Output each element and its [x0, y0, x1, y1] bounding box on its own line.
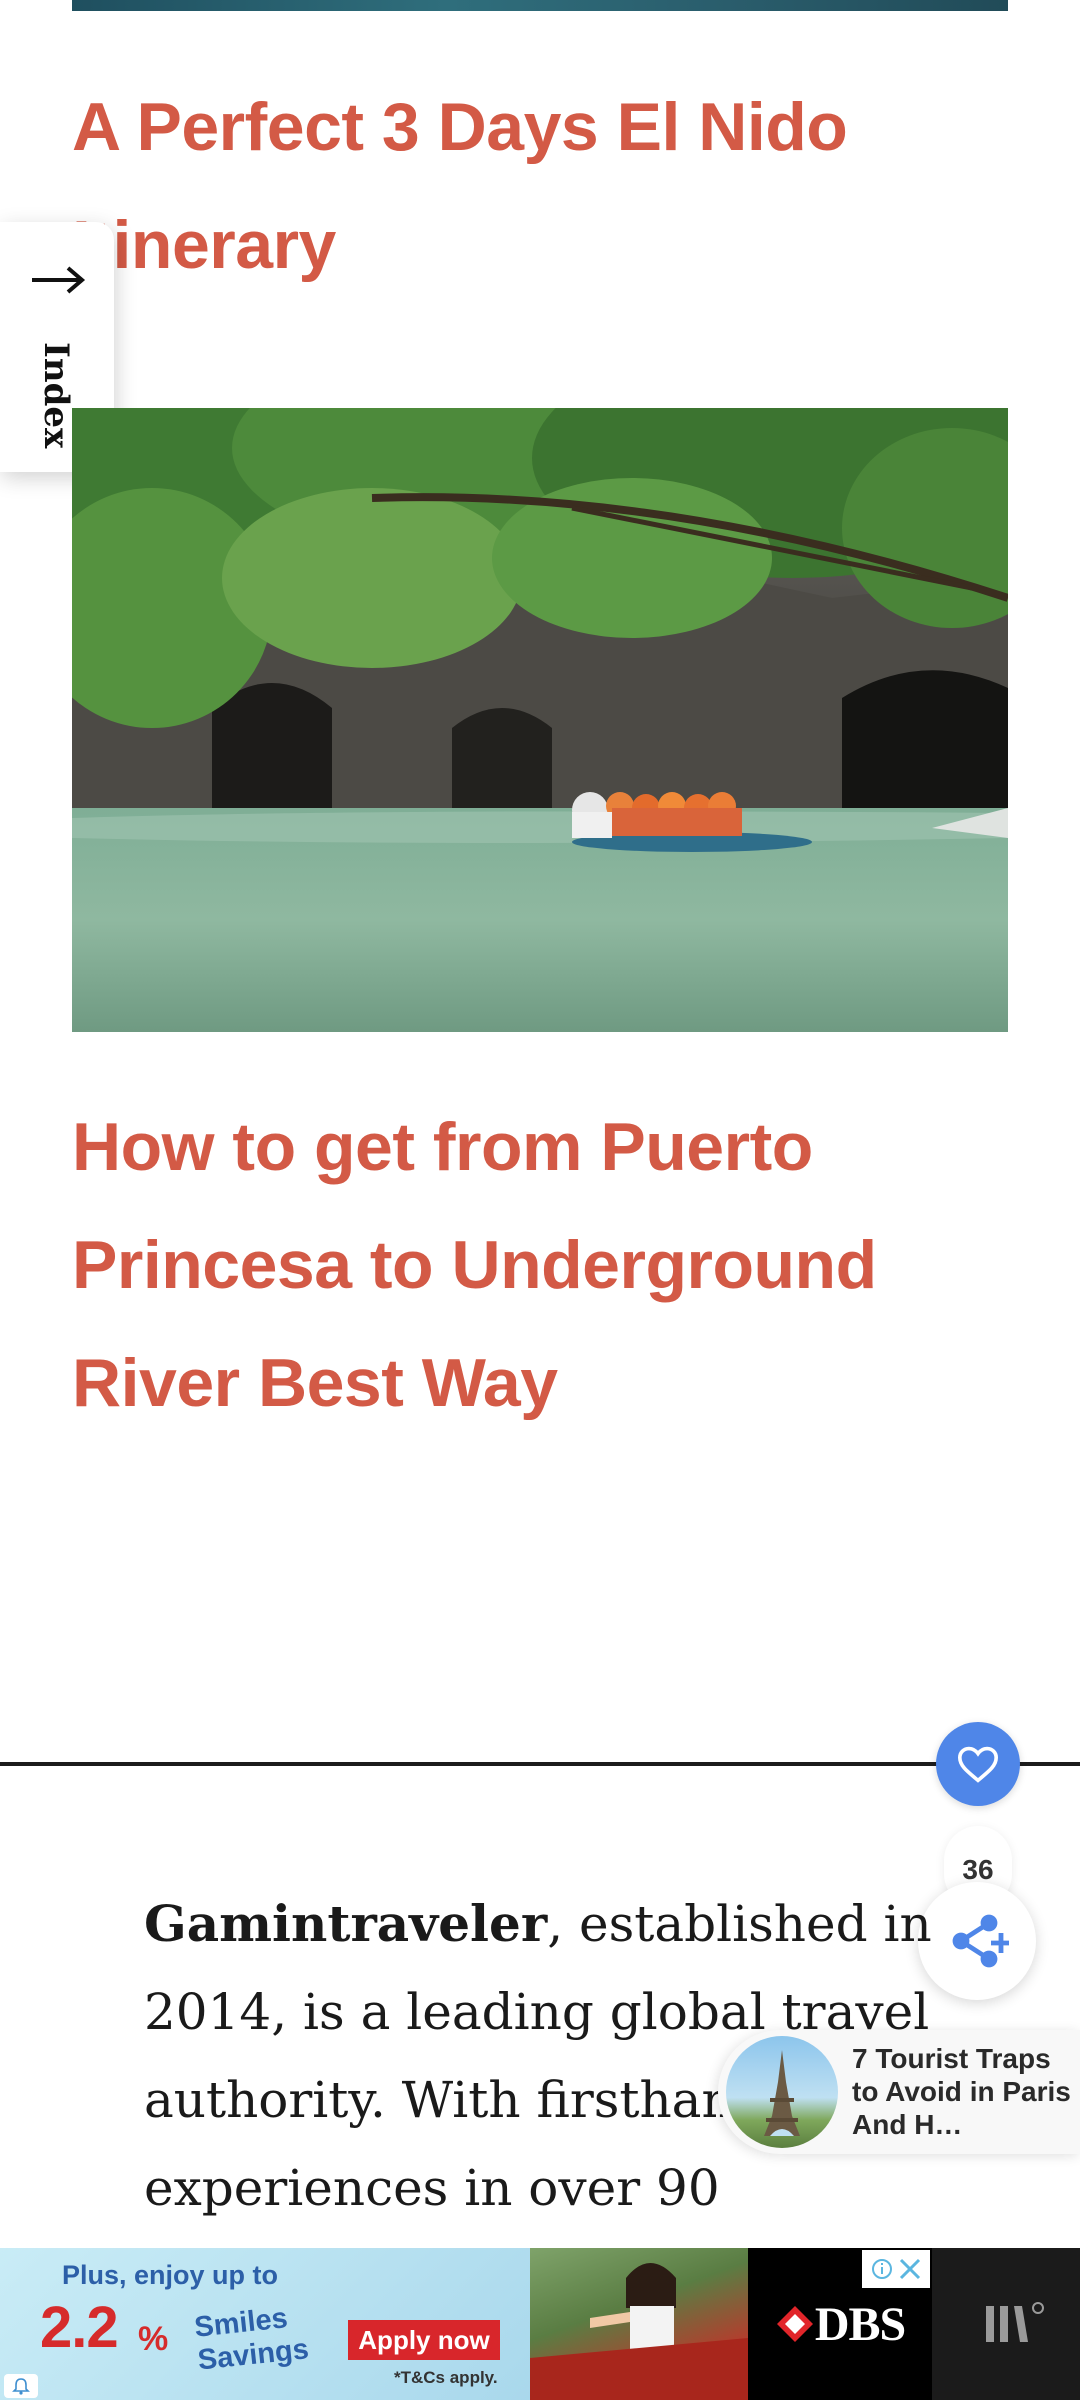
section-divider	[0, 1762, 1080, 1766]
ad-smiles-savings: Smiles Savings	[193, 2300, 311, 2377]
ad-rate-unit: %	[138, 2320, 169, 2358]
ad-photo	[530, 2248, 748, 2400]
heart-icon	[957, 1746, 999, 1783]
ad-apply-button[interactable]: Apply now	[348, 2320, 500, 2360]
like-button[interactable]	[936, 1722, 1020, 1806]
index-label: Index	[36, 342, 76, 449]
close-icon[interactable]	[897, 2256, 923, 2282]
ad-rate: 2.2	[40, 2295, 119, 2360]
ad-network-logo-icon	[986, 2302, 1044, 2342]
ad-banner[interactable]: Plus, enjoy up to 2.2 % Smiles Savings A…	[0, 2248, 932, 2400]
arrow-up-icon	[32, 266, 86, 294]
article-title-underground-river[interactable]: How to get from Puerto Princesa to Under…	[72, 1088, 1008, 1442]
brand-name: Gamintraveler	[144, 1894, 548, 1953]
ad-choices-icon[interactable]	[870, 2257, 894, 2281]
ad-info-button[interactable]	[4, 2374, 38, 2398]
ad-close-button[interactable]	[862, 2250, 930, 2288]
related-article-thumbnail	[726, 2036, 838, 2148]
article-title-el-nido[interactable]: A Perfect 3 Days El Nido Itinerary	[72, 68, 1008, 304]
ad-brand: DBS	[814, 2297, 906, 2351]
top-image-edge	[72, 0, 1008, 11]
related-article-title: 7 Tourist Traps to Avoid in Paris And H…	[852, 2043, 1071, 2140]
ad-headline: Plus, enjoy up to	[62, 2260, 279, 2290]
ad-bar: Plus, enjoy up to 2.2 % Smiles Savings A…	[0, 2248, 1080, 2400]
article-image-underground-river[interactable]	[72, 408, 1008, 1032]
dbs-logo-icon	[776, 2306, 813, 2342]
bell-icon	[12, 2378, 30, 2395]
ad-terms: *T&Cs apply.	[394, 2368, 498, 2387]
related-article-popup[interactable]: 7 Tourist Traps to Avoid in Paris And H…	[718, 2030, 1080, 2154]
